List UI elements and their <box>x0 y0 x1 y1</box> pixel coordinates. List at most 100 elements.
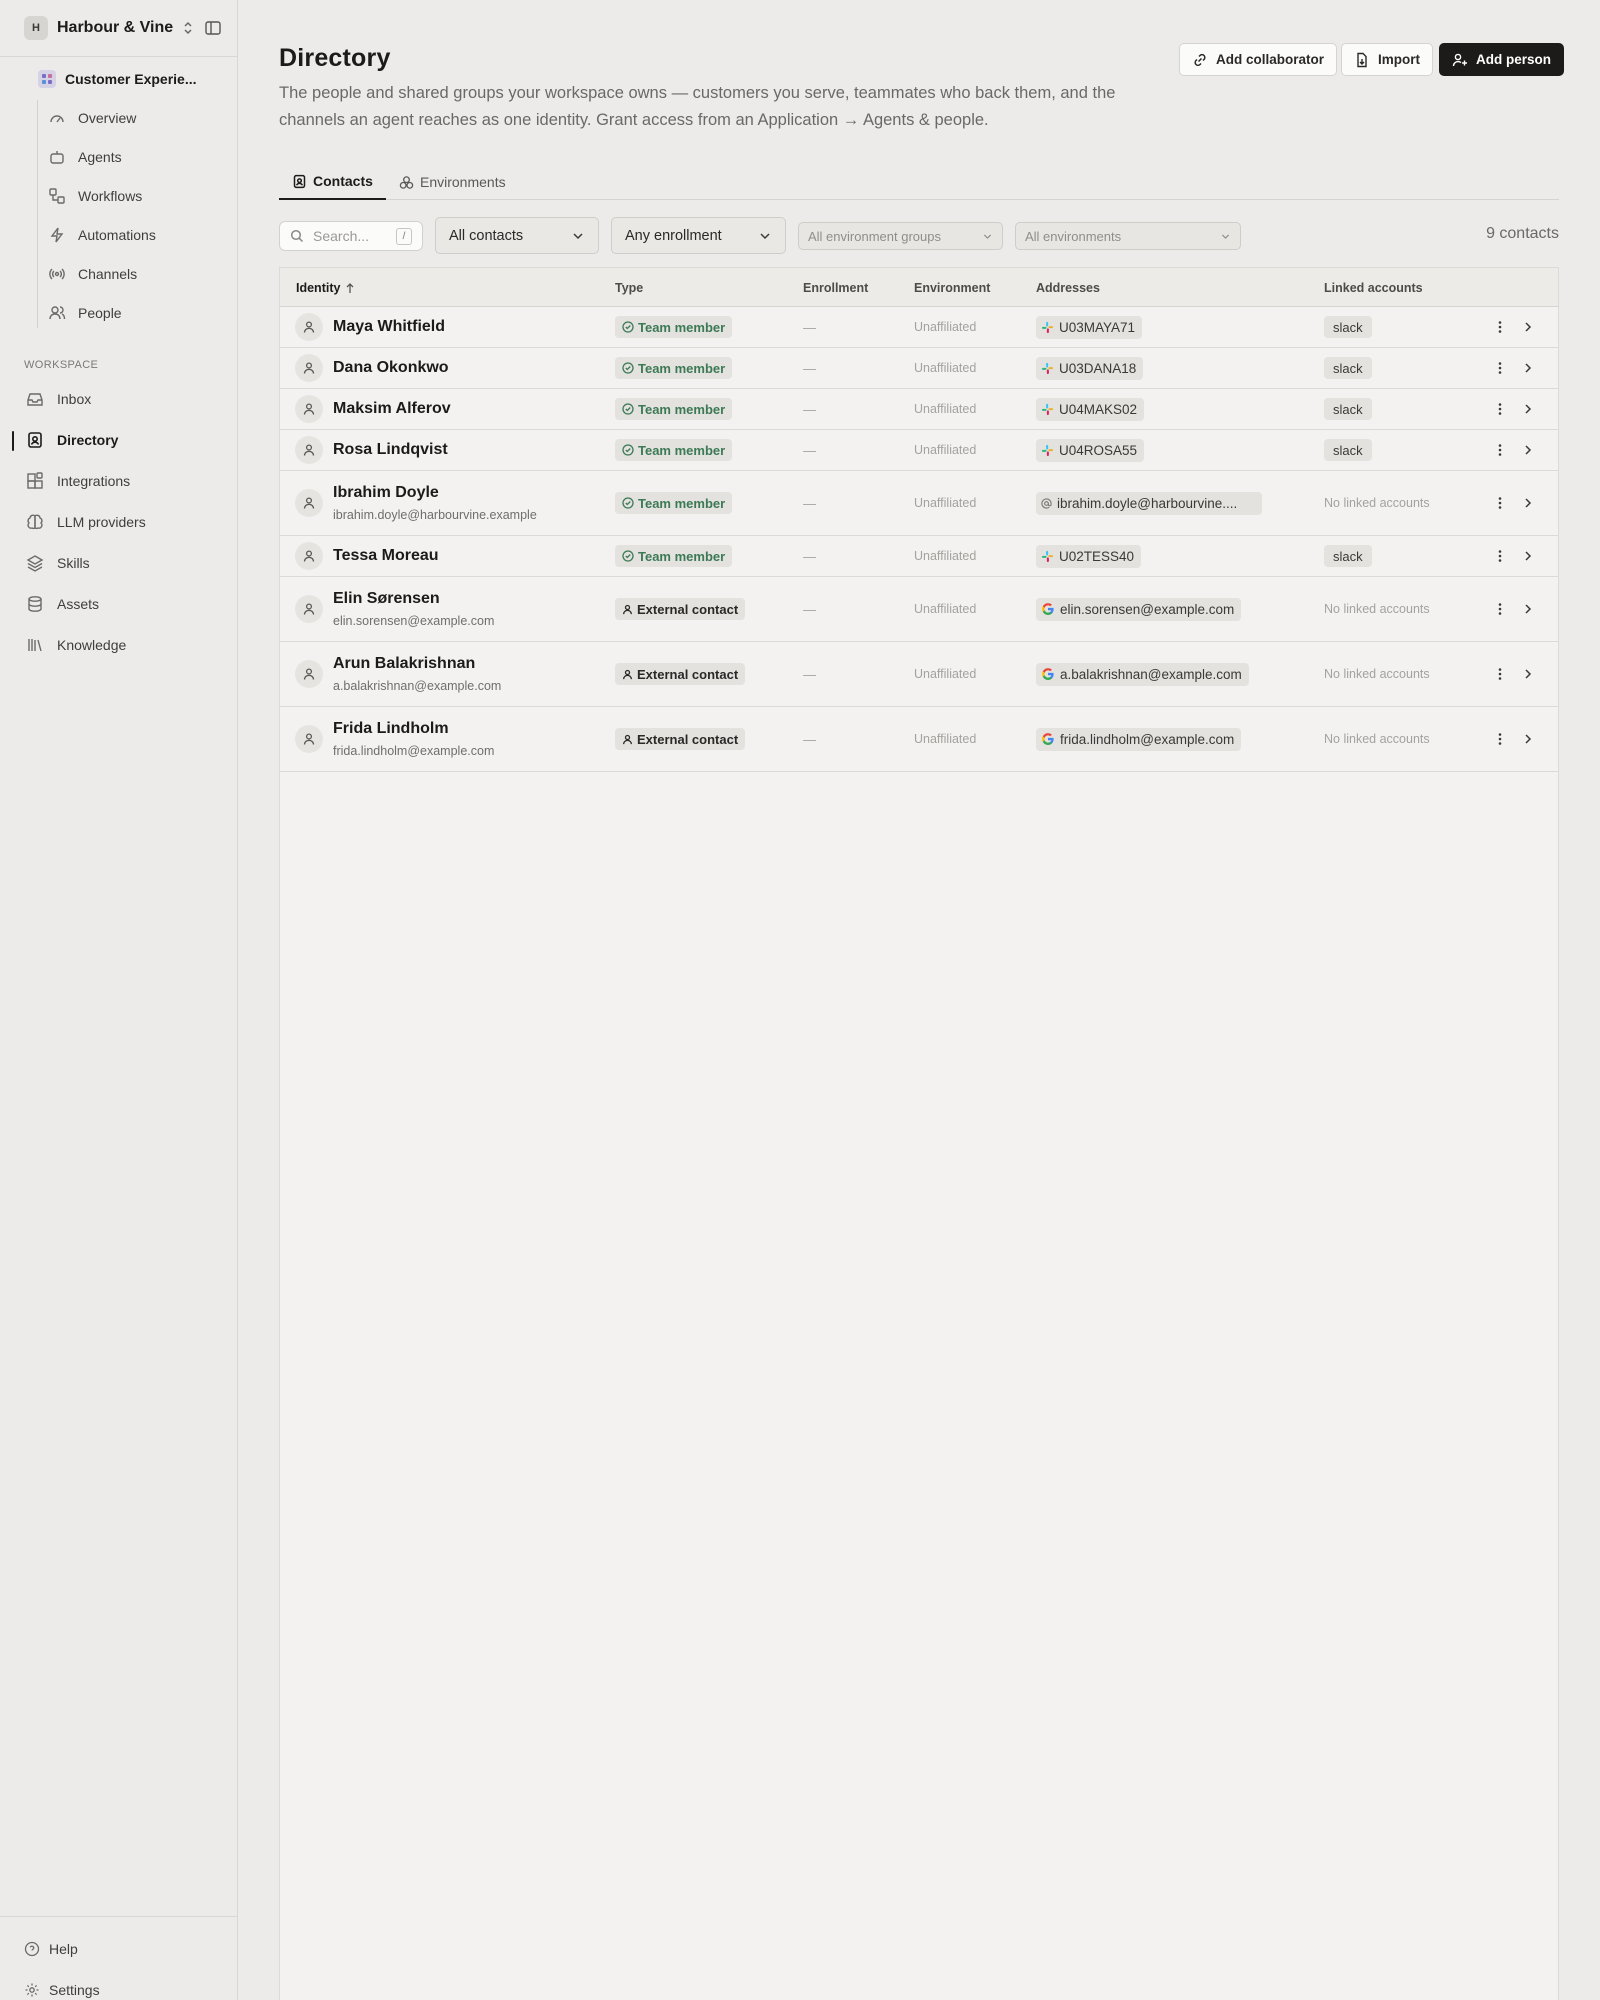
google-icon <box>1041 602 1060 616</box>
column-identity[interactable]: Identity <box>296 281 355 295</box>
contact-name[interactable]: Elin Sørensen <box>333 590 494 608</box>
project-selector[interactable]: Customer Experie... <box>38 70 197 88</box>
contact-name[interactable]: Maksim Alferov <box>333 400 451 418</box>
add-person-button[interactable]: Add person <box>1439 43 1565 76</box>
more-options-icon[interactable] <box>1493 642 1507 706</box>
tab-environments[interactable]: Environments <box>386 164 519 200</box>
identity-cell: Dana Okonkwo <box>280 348 610 388</box>
nav-item-llm-providers[interactable]: LLM providers <box>26 513 146 531</box>
nav-label: Knowledge <box>57 637 127 653</box>
nav-item-automations[interactable]: Automations <box>48 226 156 244</box>
workspace-switcher[interactable]: H Harbour & Vine <box>0 0 238 57</box>
chevron-right-icon[interactable] <box>1521 348 1535 388</box>
help-link[interactable]: Help <box>24 1941 78 1957</box>
table-row[interactable]: Maya Whitfield Team member — Unaffiliated U0… <box>280 307 1558 348</box>
avatar <box>295 595 323 623</box>
more-options-icon[interactable] <box>1493 307 1507 347</box>
nav-item-agents[interactable]: Agents <box>48 148 122 166</box>
table-row[interactable]: Frida Lindholm frida.lindholm@example.com… <box>280 707 1558 772</box>
address-chip[interactable]: U04MAKS02 <box>1036 397 1145 421</box>
nav-item-workflows[interactable]: Workflows <box>48 187 142 205</box>
more-options-icon[interactable] <box>1493 348 1507 388</box>
contact-book-icon <box>26 431 57 449</box>
address-chip[interactable]: U03DANA18 <box>1036 356 1144 380</box>
more-options-icon[interactable] <box>1493 389 1507 429</box>
column-environment[interactable]: Environment <box>914 281 990 295</box>
address-value: U03MAYA71 <box>1059 319 1136 335</box>
chevron-right-icon[interactable] <box>1521 430 1535 470</box>
chevron-right-icon[interactable] <box>1521 577 1535 641</box>
type-label: Team member <box>638 360 726 376</box>
column-linked-accounts[interactable]: Linked accounts <box>1324 281 1423 295</box>
column-enrollment[interactable]: Enrollment <box>803 281 868 295</box>
enrollment-cell: — <box>803 642 816 706</box>
more-options-icon[interactable] <box>1493 471 1507 535</box>
more-options-icon[interactable] <box>1493 707 1507 771</box>
more-options-icon[interactable] <box>1493 430 1507 470</box>
tab-contacts[interactable]: Contacts <box>279 164 386 200</box>
contact-name[interactable]: Ibrahim Doyle <box>333 484 537 502</box>
table-row[interactable]: Elin Sørensen elin.sorensen@example.com Ex… <box>280 577 1558 642</box>
more-options-icon[interactable] <box>1493 536 1507 576</box>
column-type[interactable]: Type <box>615 281 643 295</box>
project-name: Customer Experie... <box>65 71 197 87</box>
chevron-right-icon[interactable] <box>1521 536 1535 576</box>
chevron-right-icon[interactable] <box>1521 389 1535 429</box>
nav-item-overview[interactable]: Overview <box>48 109 136 127</box>
address-chip[interactable]: U03MAYA71 <box>1036 315 1143 339</box>
environments-filter-select[interactable]: All environments <box>1015 222 1241 250</box>
enrollment-filter-select[interactable]: Any enrollment <box>611 217 786 254</box>
table-row[interactable]: Maksim Alferov Team member — Unaffiliated U0… <box>280 389 1558 430</box>
table-row[interactable]: Tessa Moreau Team member — Unaffiliated U02T… <box>280 536 1558 577</box>
contact-name[interactable]: Dana Okonkwo <box>333 359 449 377</box>
address-chip[interactable]: a.balakrishnan@example.com <box>1036 662 1249 686</box>
person-icon <box>302 320 316 334</box>
nav-item-people[interactable]: People <box>48 304 122 322</box>
settings-link[interactable]: Settings <box>24 1982 100 1998</box>
search-input[interactable]: Search... / <box>279 221 423 251</box>
add-collaborator-label: Add collaborator <box>1216 52 1325 67</box>
nav-item-knowledge[interactable]: Knowledge <box>26 636 126 654</box>
table-row[interactable]: Rosa Lindqvist Team member — Unaffiliated U0… <box>280 430 1558 471</box>
nav-label: Channels <box>78 266 138 282</box>
nav-item-integrations[interactable]: Integrations <box>26 472 130 490</box>
nav-item-directory[interactable]: Directory <box>26 431 118 449</box>
check-circle-icon <box>622 550 638 562</box>
add-collaborator-button[interactable]: Add collaborator <box>1179 43 1338 76</box>
chevron-right-icon[interactable] <box>1521 707 1535 771</box>
more-options-icon[interactable] <box>1493 577 1507 641</box>
nav-item-assets[interactable]: Assets <box>26 595 99 613</box>
nav-item-channels[interactable]: Channels <box>48 265 137 283</box>
type-badge: External contact <box>615 728 746 750</box>
address-chip[interactable]: ibrahim.doyle@harbourvine.... <box>1036 491 1262 515</box>
chevron-right-icon[interactable] <box>1521 471 1535 535</box>
address-chip[interactable]: frida.lindholm@example.com <box>1036 727 1242 751</box>
page-title: Directory <box>279 44 391 72</box>
table-row[interactable]: Arun Balakrishnan a.balakrishnan@example.… <box>280 642 1558 707</box>
type-cell: Team member <box>615 389 733 429</box>
chevron-right-icon[interactable] <box>1521 642 1535 706</box>
person-icon <box>622 669 637 680</box>
contact-name[interactable]: Tessa Moreau <box>333 547 439 565</box>
contact-name[interactable]: Maya Whitfield <box>333 318 445 336</box>
address-chip[interactable]: U02TESS40 <box>1036 544 1142 568</box>
import-button[interactable]: Import <box>1341 43 1433 76</box>
nav-item-inbox[interactable]: Inbox <box>26 390 91 408</box>
table-row[interactable]: Ibrahim Doyle ibrahim.doyle@harbourvine.e… <box>280 471 1558 536</box>
table-row[interactable]: Dana Okonkwo Team member — Unaffiliated U03D… <box>280 348 1558 389</box>
contact-name[interactable]: Arun Balakrishnan <box>333 655 501 673</box>
address-chip[interactable]: U04ROSA55 <box>1036 438 1145 462</box>
chevron-right-icon[interactable] <box>1521 307 1535 347</box>
nav-item-skills[interactable]: Skills <box>26 554 90 572</box>
check-circle-icon <box>622 321 638 333</box>
enrollment-value: — <box>803 601 816 617</box>
contact-name[interactable]: Frida Lindholm <box>333 720 494 738</box>
contact-name[interactable]: Rosa Lindqvist <box>333 441 448 459</box>
address-chip[interactable]: elin.sorensen@example.com <box>1036 597 1242 621</box>
contacts-filter-select[interactable]: All contacts <box>435 217 599 254</box>
sidebar-toggle-icon[interactable] <box>204 19 222 37</box>
column-addresses[interactable]: Addresses <box>1036 281 1100 295</box>
environment-groups-filter-select[interactable]: All environment groups <box>798 222 1003 250</box>
environments-icon <box>399 175 420 190</box>
address-value: U04ROSA55 <box>1059 442 1138 458</box>
